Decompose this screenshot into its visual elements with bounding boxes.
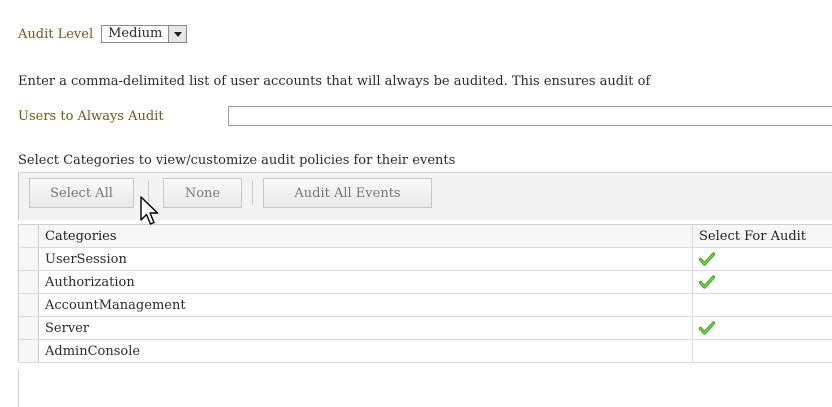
row-selector[interactable] — [18, 247, 39, 271]
table-row[interactable]: Server — [18, 316, 832, 340]
users-description: Enter a comma-delimited list of user acc… — [18, 74, 651, 89]
category-cell[interactable]: Authorization — [38, 270, 693, 294]
users-always-audit-label: Users to Always Audit — [18, 108, 164, 124]
select-for-audit-cell[interactable] — [692, 316, 832, 340]
category-cell[interactable]: AccountManagement — [38, 293, 693, 317]
table-row[interactable]: UserSession — [18, 247, 832, 271]
categories-heading: Select Categories to view/customize audi… — [18, 153, 456, 168]
row-selector[interactable] — [18, 339, 39, 363]
checkmark-icon — [699, 275, 715, 289]
select-all-button[interactable]: Select All — [29, 178, 134, 208]
toolbar-separator — [252, 181, 253, 205]
category-cell[interactable]: UserSession — [38, 247, 693, 271]
checkmark-icon — [699, 321, 715, 335]
row-selector[interactable] — [18, 316, 39, 340]
none-button[interactable]: None — [163, 178, 242, 208]
row-selector[interactable] — [18, 270, 39, 294]
select-for-audit-cell[interactable] — [692, 293, 832, 317]
column-header-select-for-audit[interactable]: Select For Audit — [692, 224, 832, 248]
users-row: Users to Always Audit — [18, 105, 228, 127]
row-selector[interactable] — [18, 293, 39, 317]
audit-level-label: Audit Level — [18, 26, 94, 42]
checkmark-icon — [699, 252, 715, 266]
table-row[interactable]: Authorization — [18, 270, 832, 294]
mouse-pointer-icon — [140, 196, 159, 225]
table-row[interactable]: AdminConsole — [18, 339, 832, 363]
audit-all-events-button[interactable]: Audit All Events — [263, 178, 432, 208]
dropdown-arrow-icon[interactable] — [168, 26, 187, 42]
audit-level-select[interactable]: Medium — [101, 25, 188, 43]
categories-table: Categories Select For Audit UserSession A… — [18, 224, 832, 363]
select-for-audit-cell[interactable] — [692, 247, 832, 271]
users-always-audit-input[interactable] — [228, 106, 832, 126]
audit-level-row: Audit Level Medium — [18, 24, 188, 44]
table-row[interactable]: AccountManagement — [18, 293, 832, 317]
row-selector-header — [18, 224, 39, 248]
select-for-audit-cell[interactable] — [692, 270, 832, 294]
table-border — [18, 370, 19, 407]
column-header-categories[interactable]: Categories — [38, 224, 693, 248]
category-cell[interactable]: Server — [38, 316, 693, 340]
audit-level-value: Medium — [108, 26, 163, 41]
category-cell[interactable]: AdminConsole — [38, 339, 693, 363]
select-for-audit-cell[interactable] — [692, 339, 832, 363]
